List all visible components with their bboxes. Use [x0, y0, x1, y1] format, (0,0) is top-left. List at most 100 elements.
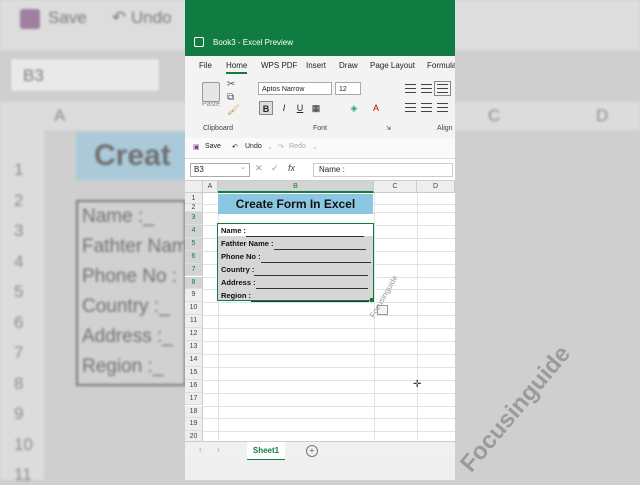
tab-wps-pdf[interactable]: WPS PDF [261, 61, 297, 70]
bg-save: Save [20, 8, 87, 29]
bg-field: Address :_ [82, 326, 173, 347]
row-header[interactable]: 2 [185, 204, 203, 212]
underline-button[interactable]: U [293, 101, 307, 115]
font-color-icon[interactable]: A [369, 101, 383, 115]
tab-page-layout[interactable]: Page Layout [370, 61, 415, 70]
row-header[interactable]: 10 [185, 302, 203, 316]
add-sheet-icon[interactable]: + [306, 445, 318, 457]
align-center-icon[interactable] [421, 103, 432, 112]
tab-draw[interactable]: Draw [339, 61, 358, 70]
align-right-icon[interactable] [437, 103, 448, 112]
selected-range[interactable]: Name : Fathter Name : Phone No : Country… [217, 223, 374, 302]
align-middle-icon[interactable] [421, 84, 432, 93]
row-header[interactable]: 14 [185, 353, 203, 367]
spreadsheet-grid[interactable]: A B C D Create Form In Excel Name : Fath… [185, 181, 455, 446]
tab-home[interactable]: Home [226, 61, 248, 74]
title-bar: Book3 - Excel Preview [185, 28, 455, 56]
format-painter-icon[interactable]: 🖌 [227, 105, 240, 116]
row-header[interactable]: 12 [185, 328, 203, 341]
form-field-father-name[interactable]: Fathter Name : [221, 237, 366, 250]
fill-handle[interactable] [370, 298, 374, 302]
row-header[interactable]: 8 [185, 276, 203, 290]
excel-window: Book3 - Excel Preview File Home WPS PDF … [185, 0, 455, 480]
row-header[interactable]: 4 [185, 224, 203, 238]
gridline [203, 341, 455, 342]
row-header[interactable]: 5 [185, 237, 203, 251]
select-all-corner[interactable] [185, 181, 203, 193]
row-header[interactable]: 15 [185, 366, 203, 380]
gridline [203, 392, 455, 394]
cut-icon[interactable]: ✂ [227, 79, 235, 90]
bg-row-number: 11 [14, 465, 32, 484]
row-header[interactable]: 13 [185, 341, 203, 354]
font-dialog-icon[interactable]: ⇲ [386, 125, 391, 132]
save-button[interactable]: Save [205, 143, 221, 150]
row-header[interactable]: 19 [185, 418, 203, 432]
form-field-address[interactable]: Address : [221, 276, 368, 289]
row-header[interactable]: 6 [185, 250, 203, 264]
redo-button[interactable]: Redo [289, 143, 306, 150]
gridline [203, 302, 455, 304]
tab-insert[interactable]: Insert [306, 61, 326, 70]
paste-label: Paste [202, 101, 220, 108]
ribbon: Paste ✂ ⧉ 🖌 Clipboard Aptos Narrow 12 B … [185, 76, 455, 139]
fill-color-icon[interactable]: ◈ [347, 101, 361, 115]
sheet-tab-sheet1[interactable]: Sheet1 [247, 442, 285, 461]
form-field-name[interactable]: Name : [221, 224, 365, 237]
undo-button[interactable]: Undo [245, 143, 262, 150]
save-icon[interactable]: ▣ [193, 143, 200, 151]
paste-icon[interactable] [202, 82, 220, 102]
bg-field: Country :_ [82, 296, 170, 317]
row-header[interactable]: 11 [185, 315, 203, 329]
row-header[interactable]: 18 [185, 405, 203, 419]
row-header[interactable]: 3 [185, 212, 203, 225]
font-size-select[interactable]: 12 [335, 82, 361, 95]
redo-dropdown-icon[interactable]: ⌄ [312, 143, 318, 151]
copy-icon[interactable]: ⧉ [227, 92, 234, 103]
column-header-b[interactable]: B [218, 181, 374, 193]
alignment-group-label: Align [437, 125, 453, 132]
form-field-country[interactable]: Country : [221, 263, 369, 276]
row-header[interactable]: 17 [185, 392, 203, 406]
tab-next-icon[interactable]: › [217, 445, 220, 454]
row-header[interactable]: 7 [185, 263, 203, 277]
bg-row-number: 3 [14, 221, 24, 240]
cancel-icon[interactable]: ✕ [255, 163, 263, 174]
form-field-phone[interactable]: Phone No : [221, 250, 371, 263]
bg-row-number: 8 [14, 373, 24, 393]
italic-button[interactable]: I [277, 101, 291, 115]
font-group-label: Font [313, 125, 328, 132]
font-name-select[interactable]: Aptos Narrow [258, 82, 332, 95]
enter-icon[interactable]: ✓ [271, 163, 279, 174]
align-top-icon[interactable] [405, 84, 416, 93]
redo-icon[interactable]: ↷ [278, 143, 284, 151]
form-field-region[interactable]: Region : [221, 289, 369, 302]
row-header[interactable]: 9 [185, 289, 203, 303]
row-header[interactable]: 16 [185, 379, 203, 393]
sheet-tabs-bar: ‹ › Sheet1 + [185, 441, 455, 461]
undo-icon[interactable]: ↶ [232, 143, 238, 151]
column-header-a[interactable]: A [203, 181, 218, 193]
bg-col: A [54, 106, 66, 125]
bg-row-number: 7 [14, 343, 24, 362]
borders-icon[interactable]: ▦ [309, 101, 323, 115]
menu-tabs: File Home WPS PDF Insert Draw Page Layou… [185, 56, 455, 76]
column-header-d[interactable]: D [417, 181, 455, 193]
bg-field: Region :_ [82, 356, 164, 377]
tab-prev-icon[interactable]: ‹ [199, 445, 202, 454]
form-title[interactable]: Create Form In Excel [218, 194, 373, 214]
bg-row-number: 5 [14, 282, 24, 301]
undo-dropdown-icon[interactable]: ⌄ [267, 143, 273, 151]
tab-formulas[interactable]: Formula [427, 61, 455, 70]
tab-file[interactable]: File [199, 61, 212, 70]
align-bottom-icon[interactable] [434, 81, 451, 96]
name-box-dropdown-icon[interactable]: ⌄ [240, 163, 246, 171]
row-header[interactable]: 1 [185, 193, 203, 204]
bold-button[interactable]: B [259, 101, 273, 115]
formula-input[interactable]: Name : [313, 163, 453, 177]
save-icon [20, 8, 40, 29]
column-header-c[interactable]: C [374, 181, 417, 193]
align-left-icon[interactable] [405, 103, 416, 112]
bg-row-number: 6 [14, 312, 24, 332]
insert-function-icon[interactable]: fx [288, 163, 295, 173]
